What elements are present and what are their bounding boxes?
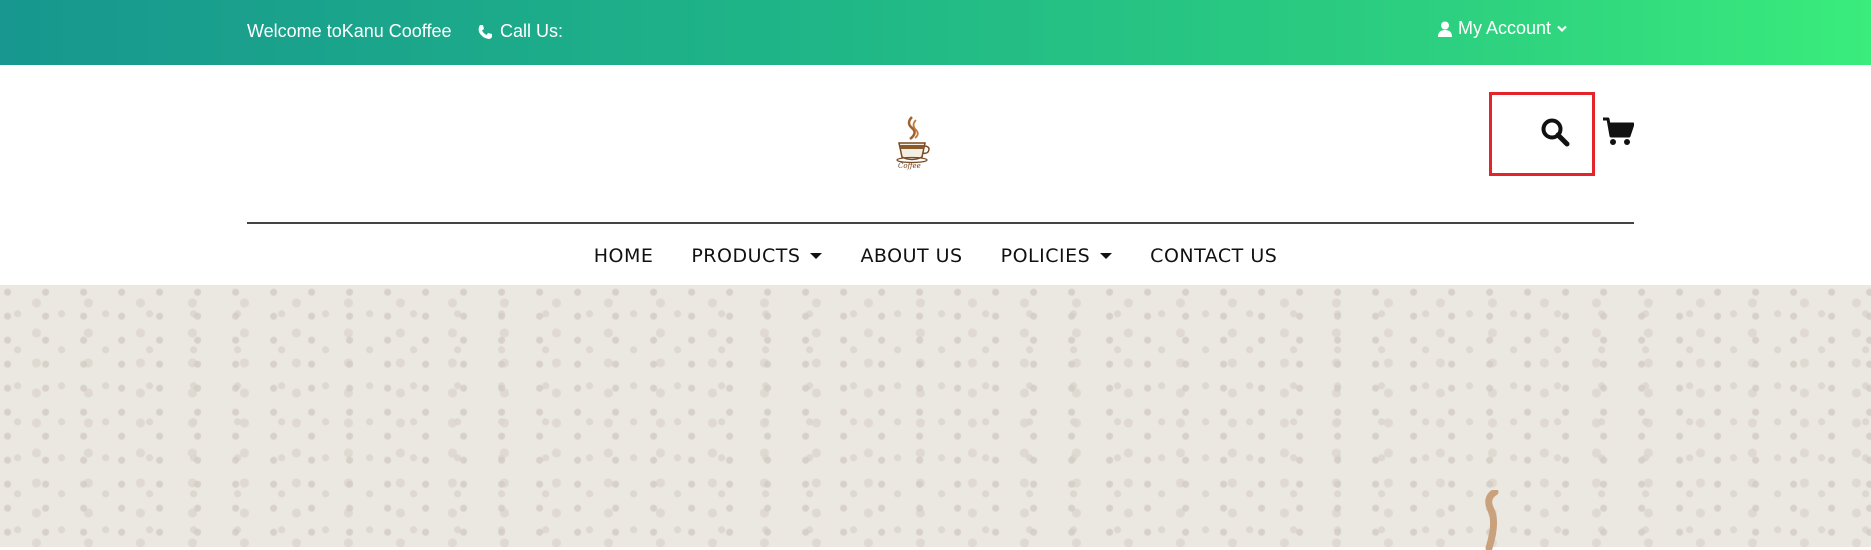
welcome-text: Welcome toKanu Cooffee — [247, 21, 452, 41]
coffee-logo[interactable]: Coffee — [890, 115, 934, 175]
logo-text: Coffee — [898, 162, 921, 170]
nav-item-label: ABOUT US — [860, 245, 963, 267]
nav-item-home[interactable]: HOME — [594, 245, 654, 267]
nav-item-label: CONTACT US — [1150, 245, 1278, 267]
nav-item-products[interactable]: PRODUCTS — [691, 245, 823, 267]
user-icon — [1438, 21, 1452, 37]
main-nav: HOME PRODUCTS ABOUT US POLICIES CONTACT … — [0, 245, 1871, 267]
nav-item-contact-us[interactable]: CONTACT US — [1150, 245, 1277, 267]
nav-item-label: HOME — [593, 245, 654, 267]
caret-down-icon — [1100, 253, 1113, 259]
caret-down-icon — [810, 253, 823, 259]
call-us-link[interactable]: Call Us: — [477, 21, 563, 42]
nav-item-label: POLICIES — [1000, 245, 1091, 267]
phone-icon — [477, 24, 493, 40]
header-divider — [247, 222, 1634, 224]
search-icon — [1540, 117, 1570, 147]
hero-banner — [0, 285, 1871, 550]
steam-swirl-graphic — [1475, 488, 1515, 550]
nav-item-policies[interactable]: POLICIES — [1001, 245, 1113, 267]
search-button[interactable] — [1489, 92, 1595, 176]
cart-icon[interactable] — [1602, 117, 1635, 147]
my-account-label: My Account — [1458, 18, 1552, 38]
my-account-dropdown[interactable]: My Account — [1438, 18, 1567, 39]
chevron-down-icon — [1557, 25, 1567, 33]
call-us-label: Call Us: — [500, 21, 564, 41]
top-bar: Welcome toKanu Cooffee Call Us: My Accou… — [0, 0, 1871, 65]
nav-item-label: PRODUCTS — [691, 245, 801, 267]
nav-item-about-us[interactable]: ABOUT US — [860, 245, 962, 267]
